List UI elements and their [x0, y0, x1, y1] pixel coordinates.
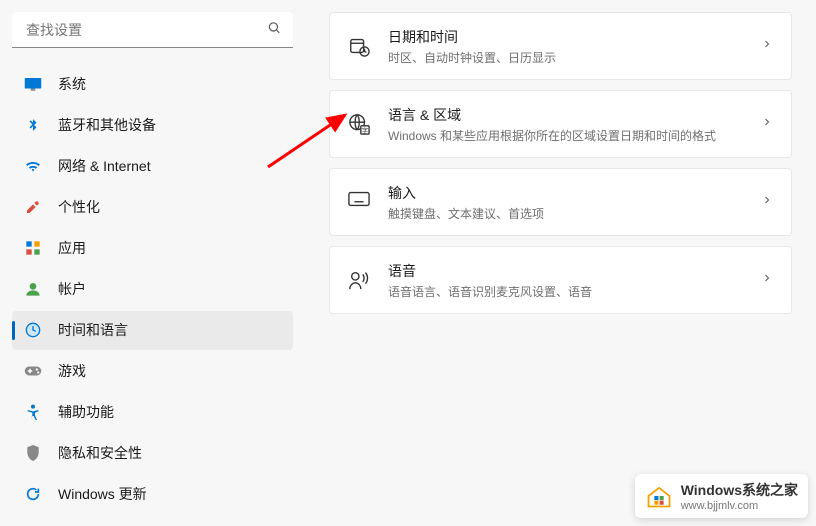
watermark: Windows系统之家 www.bjjmlv.com	[635, 474, 808, 518]
sidebar-item-label: 系统	[58, 74, 86, 94]
sidebar-item-label: 个性化	[58, 197, 100, 217]
card-title: 日期和时间	[388, 27, 743, 47]
card-title: 语音	[388, 261, 743, 281]
apps-icon	[24, 239, 42, 257]
sidebar-item-accessibility[interactable]: 辅助功能	[12, 393, 293, 432]
sidebar-item-privacy[interactable]: 隐私和安全性	[12, 434, 293, 473]
account-icon	[24, 280, 42, 298]
chevron-right-icon	[761, 37, 773, 55]
bluetooth-icon	[24, 116, 42, 134]
chevron-right-icon	[761, 271, 773, 289]
network-icon	[24, 157, 42, 175]
update-icon	[24, 485, 42, 503]
sidebar-item-bluetooth[interactable]: 蓝牙和其他设备	[12, 105, 293, 144]
gaming-icon	[24, 362, 42, 380]
search-box	[12, 12, 293, 48]
card-subtitle: 时区、自动时钟设置、日历显示	[388, 49, 743, 66]
sidebar-item-network[interactable]: 网络 & Internet	[12, 146, 293, 185]
sidebar-item-label: 网络 & Internet	[58, 156, 151, 176]
privacy-icon	[24, 444, 42, 462]
card-text: 输入 触摸键盘、文本建议、首选项	[388, 183, 743, 222]
svg-text:字: 字	[362, 125, 368, 134]
language-region-icon: 字	[348, 113, 370, 135]
sidebar-item-apps[interactable]: 应用	[12, 228, 293, 267]
watermark-logo-icon	[645, 482, 673, 510]
sidebar-item-label: 帐户	[58, 279, 86, 299]
card-speech[interactable]: 语音 语音语言、语音识别麦克风设置、语音	[329, 246, 792, 314]
sidebar-item-label: 辅助功能	[58, 402, 114, 422]
sidebar-item-gaming[interactable]: 游戏	[12, 352, 293, 391]
card-subtitle: 触摸键盘、文本建议、首选项	[388, 205, 743, 222]
sidebar-item-label: 游戏	[58, 361, 86, 381]
card-language-region[interactable]: 字 语言 & 区域 Windows 和某些应用根据你所在的区域设置日期和时间的格…	[329, 90, 792, 158]
sidebar-item-time-language[interactable]: 时间和语言	[12, 311, 293, 350]
sidebar-item-label: 应用	[58, 238, 86, 258]
card-datetime[interactable]: 日期和时间 时区、自动时钟设置、日历显示	[329, 12, 792, 80]
sidebar-item-label: Windows 更新	[58, 484, 147, 504]
sidebar-item-label: 时间和语言	[58, 320, 128, 340]
sidebar-item-update[interactable]: Windows 更新	[12, 475, 293, 514]
watermark-url: www.bjjmlv.com	[681, 500, 798, 512]
card-subtitle: Windows 和某些应用根据你所在的区域设置日期和时间的格式	[388, 127, 743, 144]
card-title: 语言 & 区域	[388, 105, 743, 125]
card-subtitle: 语音语言、语音识别麦克风设置、语音	[388, 283, 743, 300]
system-icon	[24, 75, 42, 93]
watermark-text: Windows系统之家 www.bjjmlv.com	[681, 480, 798, 512]
card-title: 输入	[388, 183, 743, 203]
speech-icon	[348, 269, 370, 291]
sidebar-item-system[interactable]: 系统	[12, 64, 293, 103]
typing-icon	[348, 191, 370, 213]
settings-window: 系统 蓝牙和其他设备 网络 & Internet 个性化 应用	[0, 0, 816, 526]
personalize-icon	[24, 198, 42, 216]
accessibility-icon	[24, 403, 42, 421]
sidebar-item-personalize[interactable]: 个性化	[12, 187, 293, 226]
search-input[interactable]	[12, 12, 293, 48]
card-text: 语言 & 区域 Windows 和某些应用根据你所在的区域设置日期和时间的格式	[388, 105, 743, 144]
watermark-title: Windows系统之家	[681, 482, 798, 498]
time-language-icon	[24, 321, 42, 339]
chevron-right-icon	[761, 193, 773, 211]
card-text: 语音 语音语言、语音识别麦克风设置、语音	[388, 261, 743, 300]
main-panel: 日期和时间 时区、自动时钟设置、日历显示 字 语言 & 区域 Windows 和…	[305, 0, 816, 526]
card-text: 日期和时间 时区、自动时钟设置、日历显示	[388, 27, 743, 66]
datetime-icon	[348, 35, 370, 57]
sidebar-item-label: 隐私和安全性	[58, 443, 142, 463]
sidebar-item-label: 蓝牙和其他设备	[58, 115, 156, 135]
card-typing[interactable]: 输入 触摸键盘、文本建议、首选项	[329, 168, 792, 236]
sidebar: 系统 蓝牙和其他设备 网络 & Internet 个性化 应用	[0, 0, 305, 526]
sidebar-item-account[interactable]: 帐户	[12, 269, 293, 308]
chevron-right-icon	[761, 115, 773, 133]
